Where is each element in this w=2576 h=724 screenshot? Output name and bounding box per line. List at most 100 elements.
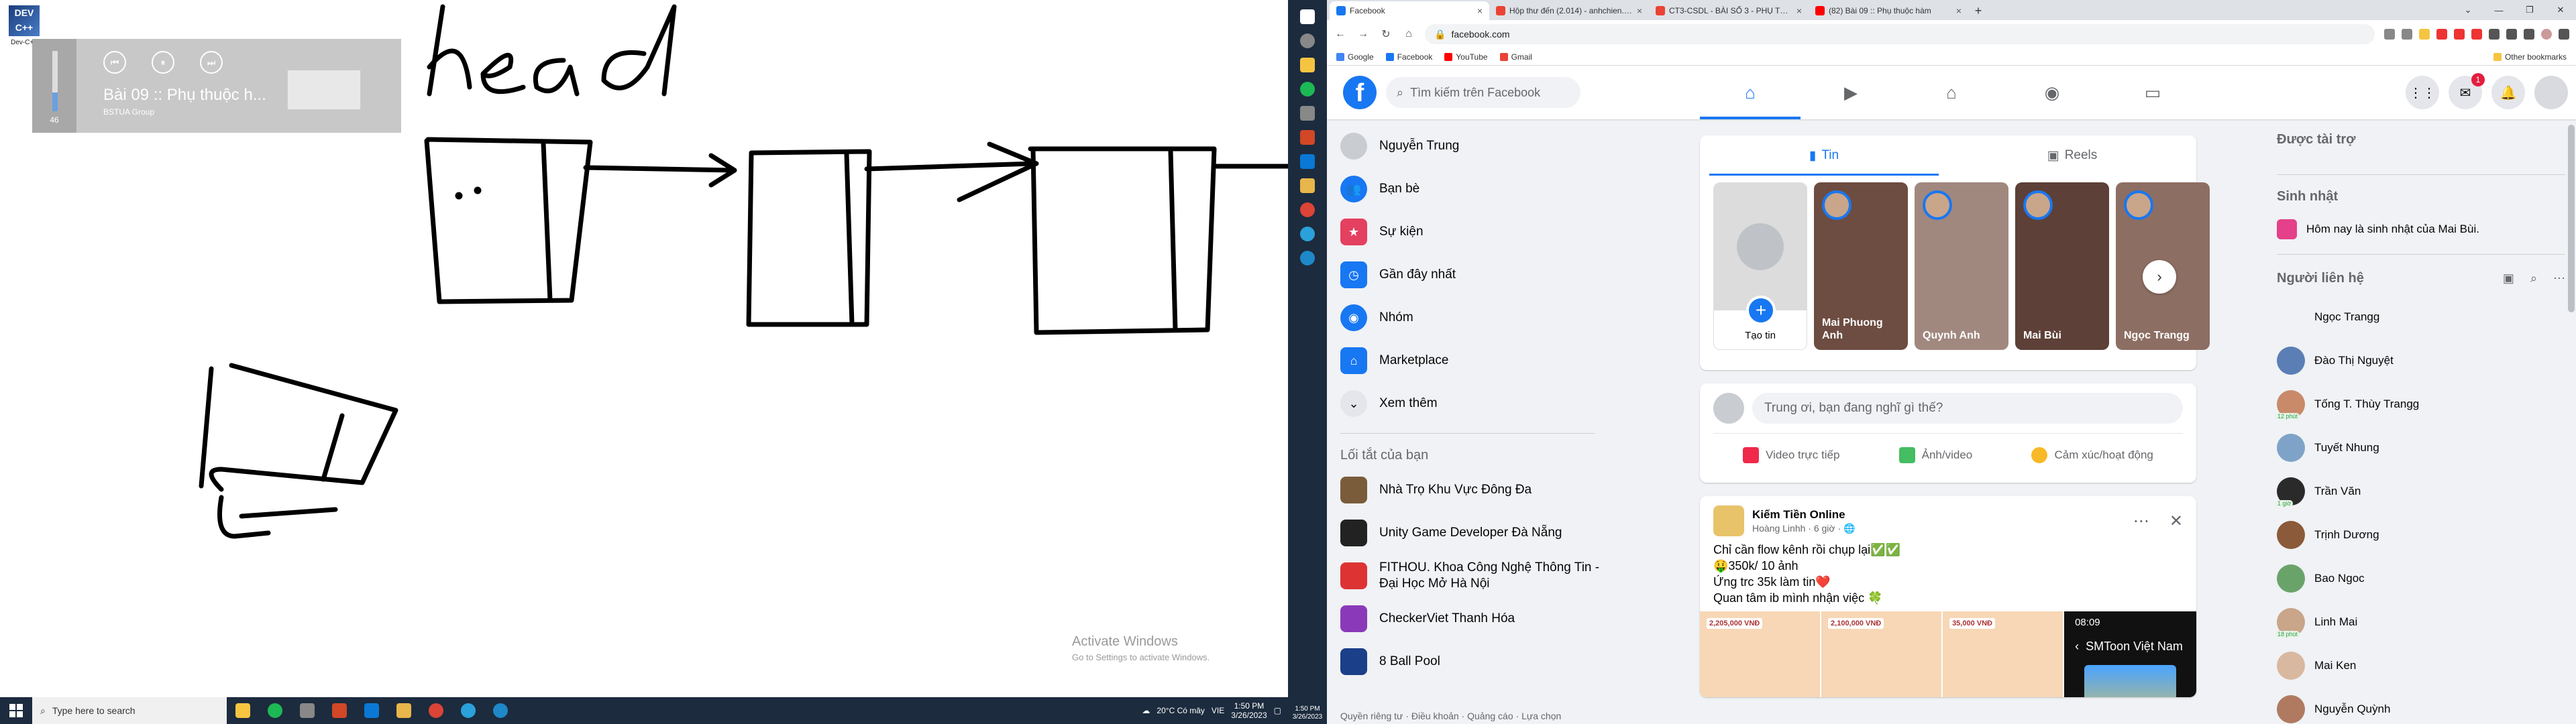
edge-icon[interactable]: [1300, 251, 1315, 265]
vertical-clock[interactable]: 1:50 PM 3/26/2023: [1288, 705, 1327, 721]
nav-groups[interactable]: ◉: [2002, 66, 2102, 119]
nav-recent[interactable]: ◷ Gần đây nhất: [1327, 253, 1609, 296]
start-button[interactable]: [0, 697, 32, 724]
create-story[interactable]: + Tạo tin: [1713, 182, 1807, 350]
taskbar-app-spotify[interactable]: [259, 697, 291, 724]
nav-profile[interactable]: Nguyễn Trung: [1327, 125, 1609, 168]
chevron-down-icon[interactable]: ⌄: [2453, 0, 2483, 20]
tab-gmail[interactable]: Hộp thư đến (2.014) - anhchien.c... ×: [1489, 1, 1649, 20]
next-track-button[interactable]: ⏭: [200, 51, 223, 74]
shortcut-item[interactable]: CheckerViet Thanh Hóa: [1327, 597, 1609, 640]
maximize-button[interactable]: ❐: [2514, 0, 2545, 20]
bookmark-google[interactable]: Google: [1336, 52, 1374, 62]
composer-input[interactable]: Trung ơi, bạn đang nghĩ gì thế?: [1752, 393, 2183, 424]
zoom-icon[interactable]: [2384, 29, 2395, 40]
photo-video-button[interactable]: Ảnh/video: [1898, 442, 1972, 469]
shortcut-item[interactable]: FITHOU. Khoa Công Nghệ Thông Tin - Đại H…: [1327, 554, 1609, 597]
post-images[interactable]: 2,205,000 VNĐ 2,100,000 VNĐ 35,000 VNĐ 0…: [1700, 611, 2196, 697]
footer-links[interactable]: Quyền riêng tư · Điều khoản · Quảng cáo …: [1340, 711, 1561, 721]
powerpoint-icon[interactable]: [1300, 130, 1315, 145]
tab-csdl[interactable]: CT3-CSDL - BÀI SỐ 3 - PHỤ THU... ×: [1649, 1, 1809, 20]
close-icon[interactable]: ×: [1796, 5, 1802, 16]
tab-reels[interactable]: ▣ Reels: [1948, 135, 2196, 176]
bookmark-facebook[interactable]: Facebook: [1385, 52, 1432, 62]
url-input[interactable]: 🔒 facebook.com: [1425, 24, 2375, 44]
close-icon[interactable]: ×: [1477, 5, 1483, 16]
taskbar-app-powerpoint[interactable]: [323, 697, 356, 724]
contact-item[interactable]: Bao Ngoc: [2277, 556, 2565, 600]
taskbar-app-files[interactable]: [388, 697, 420, 724]
extension-icon[interactable]: [2471, 29, 2482, 40]
vscode-icon[interactable]: [1300, 154, 1315, 169]
menu-dots-icon[interactable]: [2559, 29, 2569, 40]
close-icon[interactable]: ×: [1637, 5, 1642, 16]
search-icon[interactable]: [1300, 34, 1315, 48]
shortcut-item[interactable]: Nhà Trọ Khu Vực Đông Đa: [1327, 469, 1609, 511]
more-options-icon[interactable]: ⋯: [2133, 511, 2149, 531]
nav-events[interactable]: ★ Sự kiện: [1327, 210, 1609, 253]
new-tab-button[interactable]: +: [1968, 1, 1988, 20]
notifications-button[interactable]: 🔔: [2491, 76, 2525, 109]
notification-icon[interactable]: ▢: [1274, 706, 1281, 715]
nav-marketplace[interactable]: ⌂ Marketplace: [1327, 339, 1609, 382]
birthday-notice[interactable]: Hôm nay là sinh nhật của Mai Bùi.: [2277, 211, 2565, 247]
bookmark-gmail[interactable]: Gmail: [1499, 52, 1532, 62]
explorer-icon[interactable]: [1300, 58, 1315, 72]
spotify-icon[interactable]: [1300, 82, 1315, 97]
nav-watch[interactable]: ▶: [1801, 66, 1901, 119]
share-icon[interactable]: [2402, 29, 2412, 40]
other-bookmarks[interactable]: Other bookmarks: [2493, 52, 2567, 62]
messenger-button[interactable]: ✉ 1: [2449, 73, 2485, 109]
contact-item[interactable]: 12 phút Tống T. Thùy Trangg: [2275, 382, 2565, 426]
contact-item[interactable]: Trịnh Dương: [2277, 513, 2565, 556]
taskbar-app-vscode[interactable]: [356, 697, 388, 724]
story-card[interactable]: Mai Bùi: [2015, 182, 2109, 350]
profile-avatar[interactable]: [2541, 29, 2552, 40]
page-scrollbar[interactable]: [2568, 125, 2575, 312]
more-options-icon[interactable]: ⋯: [2553, 272, 2565, 286]
contact-item[interactable]: Ngọc Trangg: [2277, 295, 2565, 339]
pause-button[interactable]: ⏸: [152, 51, 174, 74]
post-group-name[interactable]: Kiếm Tiền Online: [1752, 508, 1855, 522]
taskbar-app-telegram[interactable]: [452, 697, 484, 724]
windows-icon[interactable]: [1300, 9, 1315, 24]
live-video-button[interactable]: Video trực tiếp: [1743, 442, 1839, 469]
download-icon[interactable]: [2506, 29, 2517, 40]
facebook-search-input[interactable]: ⌕ Tìm kiếm trên Facebook: [1386, 77, 1580, 108]
story-card[interactable]: Quynh Anh: [1915, 182, 2008, 350]
back-button[interactable]: ←: [1334, 28, 1347, 40]
home-button[interactable]: ⌂: [1402, 28, 1415, 40]
bookmark-star-icon[interactable]: [2419, 29, 2430, 40]
story-card[interactable]: Mai Phuong Anh: [1814, 182, 1908, 350]
menu-button[interactable]: ⋮⋮: [2406, 76, 2439, 109]
contact-item[interactable]: Nguyễn Quỳnh: [2277, 687, 2565, 724]
volume-slider[interactable]: 46: [32, 39, 76, 133]
search-icon[interactable]: ⌕: [2530, 272, 2537, 286]
nav-groups[interactable]: ◉ Nhóm: [1327, 296, 1609, 339]
minimize-button[interactable]: —: [2483, 0, 2514, 20]
nav-see-more[interactable]: ⌄ Xem thêm: [1327, 382, 1609, 425]
chrome-icon[interactable]: [1300, 202, 1315, 217]
taskbar-search[interactable]: ⌕ Type here to search: [32, 697, 227, 724]
close-icon[interactable]: ✕: [2169, 511, 2183, 531]
facebook-logo[interactable]: f: [1343, 76, 1377, 109]
extension-icon[interactable]: [2454, 29, 2465, 40]
shortcut-item[interactable]: 8 Ball Pool: [1327, 640, 1609, 683]
telegram-icon[interactable]: [1300, 227, 1315, 241]
nav-marketplace[interactable]: ⌂: [1901, 66, 2002, 119]
tab-youtube[interactable]: (82) Bài 09 :: Phụ thuộc hàm ×: [1809, 1, 1968, 20]
contact-item[interactable]: Tuyết Nhung: [2277, 426, 2565, 469]
tab-facebook[interactable]: Facebook ×: [1330, 1, 1489, 20]
nav-home[interactable]: ⌂: [1700, 66, 1801, 119]
weather-text[interactable]: 20°C Có mây: [1157, 706, 1205, 715]
account-avatar[interactable]: [2534, 76, 2568, 109]
close-window-button[interactable]: ✕: [2545, 0, 2576, 20]
contact-item[interactable]: 1 giờ Trần Văn: [2275, 469, 2565, 513]
sidebar-icon[interactable]: [2524, 29, 2534, 40]
group-avatar[interactable]: [1713, 505, 1744, 536]
reload-button[interactable]: ↻: [1379, 27, 1393, 41]
taskbar-app-store[interactable]: [291, 697, 323, 724]
bookmark-youtube[interactable]: YouTube: [1444, 52, 1488, 62]
tab-stories[interactable]: ▮ Tin: [1700, 135, 1948, 176]
video-call-icon[interactable]: ▣: [2503, 272, 2514, 286]
